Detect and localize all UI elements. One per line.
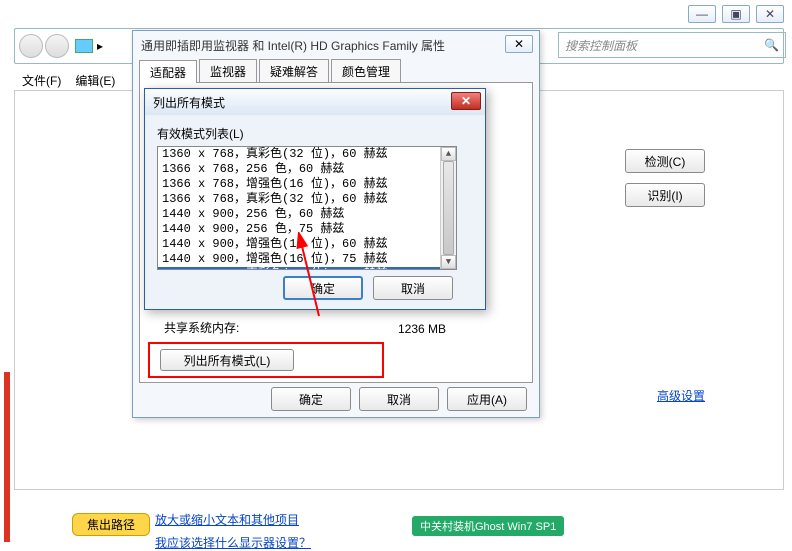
menu-file[interactable]: 文件(F) <box>22 72 61 89</box>
scroll-down-button[interactable]: ▼ <box>441 255 456 269</box>
list-item[interactable]: 1366 x 768，增强色(16 位)，60 赫兹 <box>158 177 456 192</box>
tab-troubleshoot[interactable]: 疑难解答 <box>259 59 329 82</box>
zoom-text-link[interactable]: 放大或缩小文本和其他项目 <box>155 511 311 528</box>
chevron-right-icon: ▸ <box>97 39 103 53</box>
which-settings-link[interactable]: 我应该选择什么显示器设置？ <box>155 534 311 551</box>
minimize-button[interactable]: — <box>688 5 716 23</box>
red-side-bar <box>4 372 10 542</box>
modes-close-button[interactable]: ✕ <box>451 92 481 110</box>
tab-color-management[interactable]: 颜色管理 <box>331 59 401 82</box>
modes-cancel-button[interactable]: 取消 <box>373 276 453 300</box>
search-input[interactable]: 搜索控制面板 🔍 <box>558 32 786 58</box>
search-placeholder: 搜索控制面板 <box>565 37 637 54</box>
highlight-annotation: 列出所有模式(L) <box>148 342 384 378</box>
list-item[interactable]: 1440 x 900，增强色(16 位)，75 赫兹 <box>158 252 456 267</box>
list-item[interactable]: 1440 x 900，增强色(16 位)，60 赫兹 <box>158 237 456 252</box>
list-item[interactable]: 1366 x 768，真彩色(32 位)，60 赫兹 <box>158 192 456 207</box>
close-button[interactable]: ✕ <box>756 5 784 23</box>
list-item[interactable]: 1440 x 900，256 色，60 赫兹 <box>158 207 456 222</box>
shared-memory-value: 1236 MB <box>398 322 446 336</box>
tab-monitor[interactable]: 监视器 <box>199 59 257 82</box>
shared-memory-label: 共享系统内存: <box>164 319 239 336</box>
list-item[interactable]: 1440 x 900，256 色，75 赫兹 <box>158 222 456 237</box>
list-all-modes-dialog: 列出所有模式 ✕ 有效模式列表(L) 1360 x 768，真彩色(32 位)，… <box>144 88 486 310</box>
ghost-badge: 中关村装机Ghost Win7 SP1 <box>412 516 564 536</box>
nav-forward-button[interactable] <box>45 34 69 58</box>
modes-list-label: 有效模式列表(L) <box>157 125 473 142</box>
tab-adapter[interactable]: 适配器 <box>139 60 197 83</box>
list-all-modes-button[interactable]: 列出所有模式(L) <box>160 349 294 371</box>
modes-ok-button[interactable]: 确定 <box>283 276 363 300</box>
maximize-button[interactable]: ▣ <box>722 5 750 23</box>
dialog-close-button[interactable]: ✕ <box>505 35 533 53</box>
modes-listbox[interactable]: 1360 x 768，真彩色(32 位)，60 赫兹 1366 x 768，25… <box>157 146 457 270</box>
yellow-chip: 焦出路径 <box>72 513 150 536</box>
dialog-title: 通用即插即用监视器 和 Intel(R) HD Graphics Family … <box>133 31 539 59</box>
prop-cancel-button[interactable]: 取消 <box>359 387 439 411</box>
scroll-up-button[interactable]: ▲ <box>441 147 456 161</box>
menu-edit[interactable]: 编辑(E) <box>75 72 115 89</box>
list-item-selected[interactable]: 1440 x 900，真彩色(32 位)，60 赫兹 <box>158 267 456 270</box>
prop-apply-button[interactable]: 应用(A) <box>447 387 527 411</box>
identify-button[interactable]: 识别(I) <box>625 183 705 207</box>
list-item[interactable]: 1366 x 768，256 色，60 赫兹 <box>158 162 456 177</box>
advanced-settings-link[interactable]: 高级设置 <box>657 387 705 404</box>
search-icon: 🔍 <box>764 38 779 52</box>
prop-ok-button[interactable]: 确定 <box>271 387 351 411</box>
list-item[interactable]: 1360 x 768，真彩色(32 位)，60 赫兹 <box>158 147 456 162</box>
detect-button[interactable]: 检测(C) <box>625 149 705 173</box>
scroll-thumb[interactable] <box>443 161 454 255</box>
monitor-icon <box>75 39 93 53</box>
scrollbar[interactable]: ▲ ▼ <box>440 147 456 269</box>
nav-back-button[interactable] <box>19 34 43 58</box>
modes-dialog-title: 列出所有模式 <box>145 89 485 115</box>
